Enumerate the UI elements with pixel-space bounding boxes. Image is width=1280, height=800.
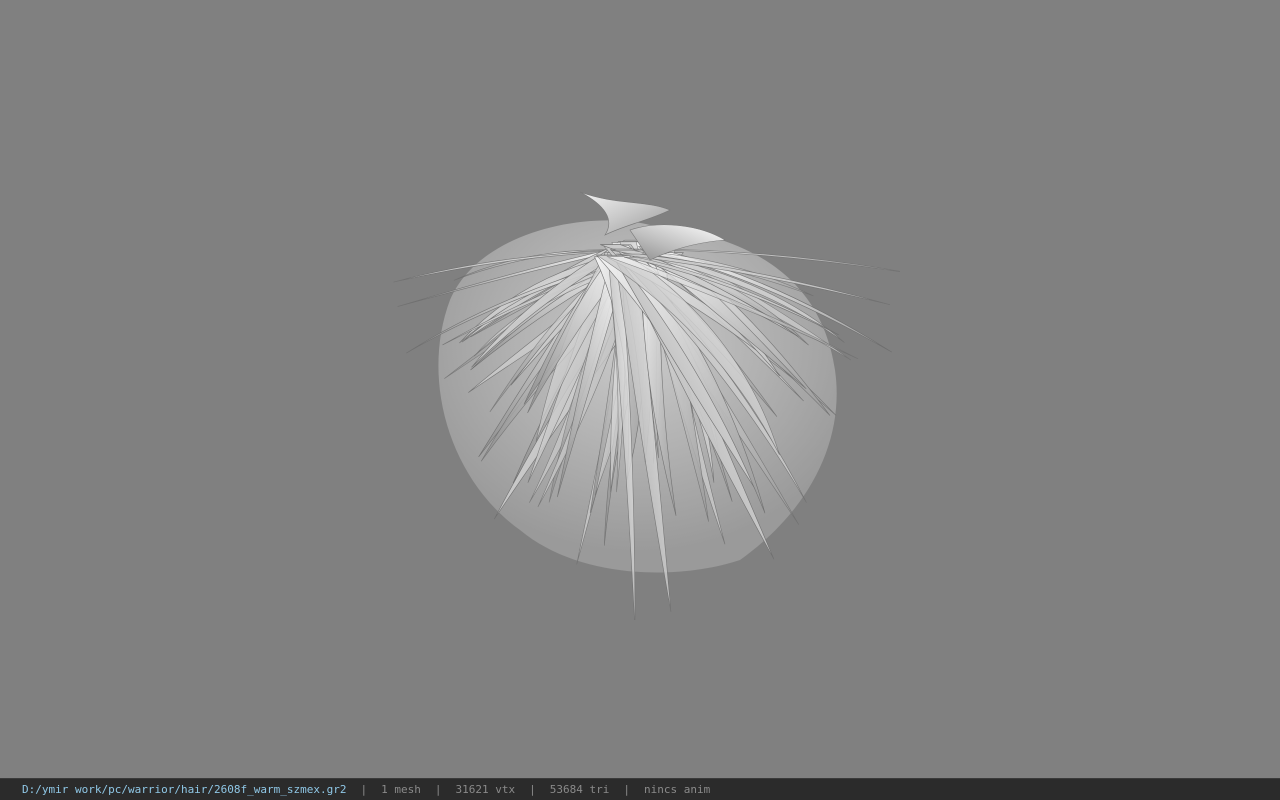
vertex-count: 31621 vtx	[455, 783, 516, 796]
separator: |	[529, 783, 536, 796]
triangle-count: 53684 tri	[549, 783, 610, 796]
separator: |	[434, 783, 442, 796]
file-path: D:/ymir work/pc/warrior/hair/2608f_warm_…	[22, 783, 347, 796]
separator: |	[623, 783, 630, 796]
hair-mesh-icon	[393, 191, 900, 620]
status-bar: D:/ymir work/pc/warrior/hair/2608f_warm_…	[0, 778, 1280, 800]
anim-status: nincs anim	[643, 783, 711, 796]
separator: |	[360, 783, 368, 796]
mesh-count: 1 mesh	[381, 783, 421, 796]
3d-viewport[interactable]	[0, 0, 1280, 778]
